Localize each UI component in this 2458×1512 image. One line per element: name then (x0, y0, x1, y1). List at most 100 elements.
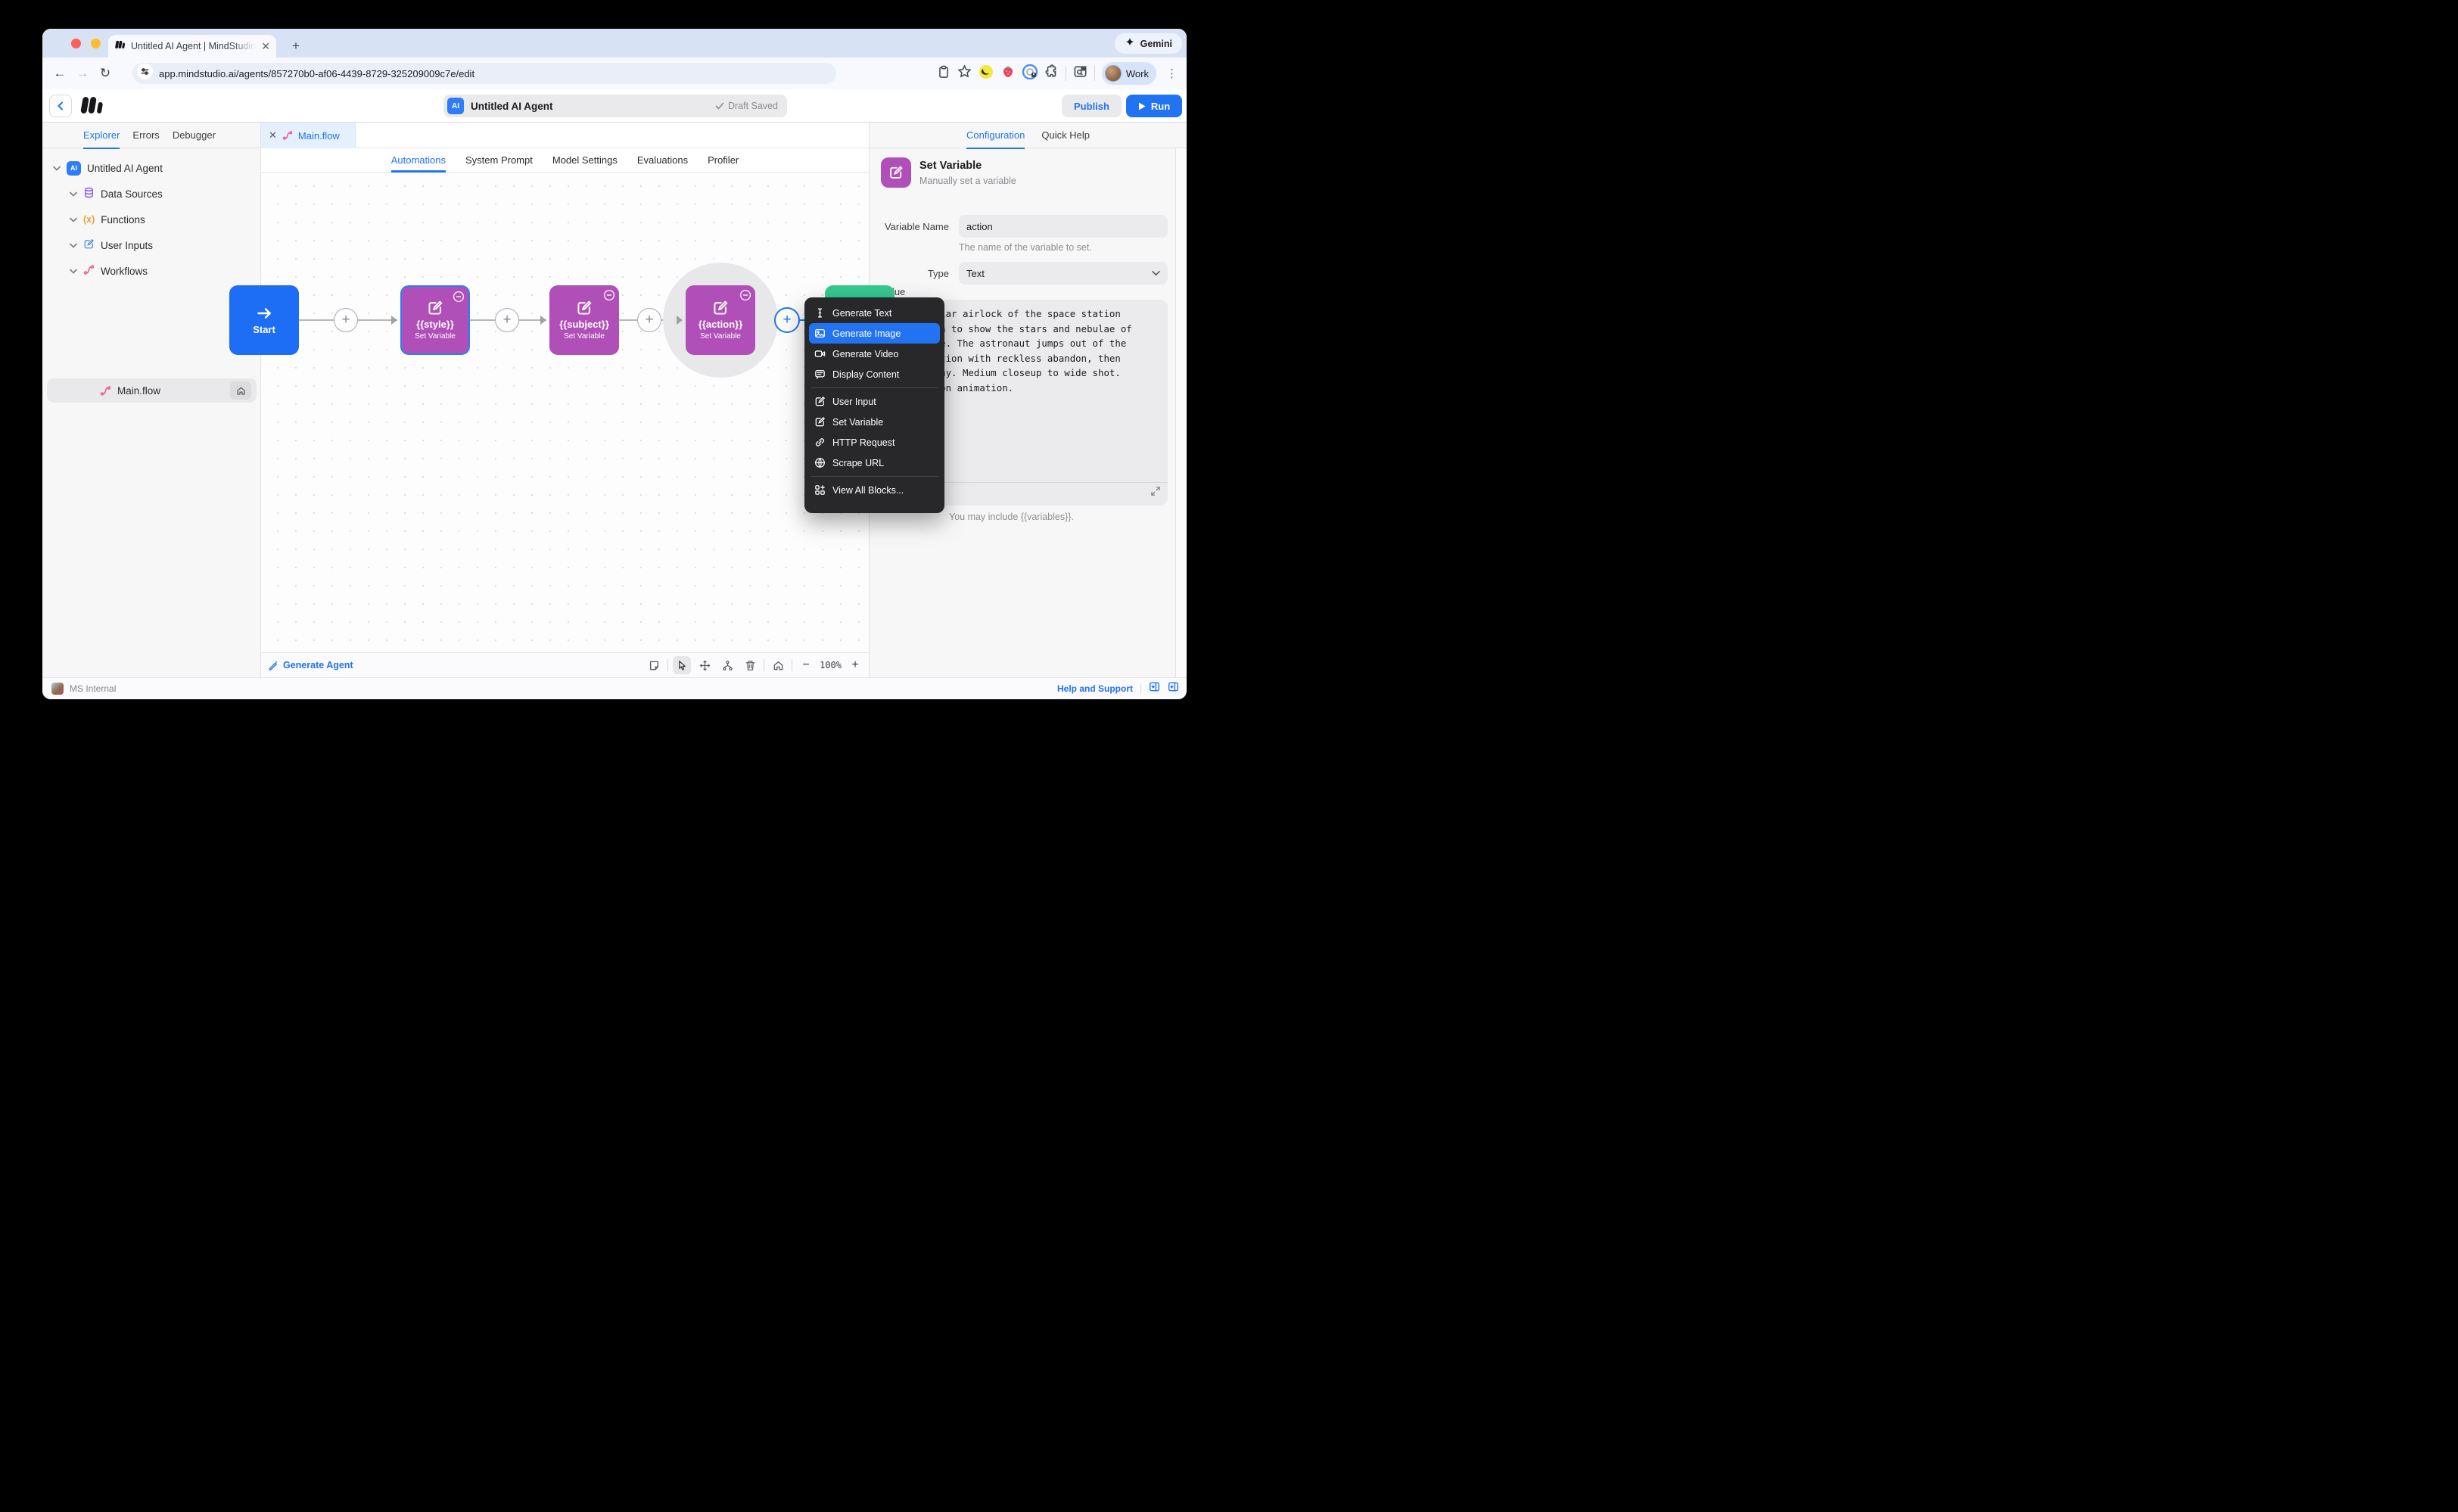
close-icon[interactable]: ✕ (269, 129, 277, 142)
tab-configuration[interactable]: Configuration (966, 123, 1025, 148)
menu-item-set-variable[interactable]: Set Variable (809, 412, 940, 432)
tree-item-workflows[interactable]: Workflows (70, 260, 148, 282)
node-subtitle: Set Variable (415, 332, 456, 341)
extension-strawberry-icon[interactable] (1000, 64, 1016, 83)
browser-tab[interactable]: Untitled AI Agent | MindStudio ✕ (108, 35, 276, 58)
reload-icon[interactable]: ↻ (94, 62, 117, 85)
profile-button[interactable]: Work (1102, 62, 1156, 85)
tab-close-icon[interactable]: ✕ (261, 40, 270, 53)
chevron-down-icon[interactable] (53, 166, 61, 171)
generate-agent-button[interactable]: Generate Agent (268, 660, 353, 670)
variable-name-input[interactable]: action (959, 215, 1168, 238)
canvas-tools: − 100% + (645, 656, 864, 674)
chevron-down-icon[interactable] (70, 191, 77, 197)
menu-item-view-all-blocks[interactable]: View All Blocks... (809, 480, 940, 500)
note-tool-icon[interactable] (645, 656, 663, 674)
insert-block-button[interactable]: + (495, 308, 519, 332)
tab-errors[interactable]: Errors (132, 123, 159, 148)
tree-item-label: Workflows (101, 266, 148, 277)
trash-icon[interactable] (741, 656, 759, 674)
tree-item-user-inputs[interactable]: User Inputs (70, 234, 153, 257)
back-icon[interactable]: ← (48, 62, 71, 85)
tab-evaluations[interactable]: Evaluations (637, 148, 688, 173)
menu-item-http-request[interactable]: HTTP Request (809, 432, 940, 453)
node-title: Start (253, 324, 275, 335)
extensions-puzzle-icon[interactable] (1044, 64, 1059, 82)
tab-debugger[interactable]: Debugger (173, 123, 216, 148)
tree-item-agent-root[interactable]: AI Untitled AI Agent (53, 157, 163, 179)
expand-icon[interactable] (1150, 486, 1161, 500)
workflow-icon (282, 130, 293, 141)
tab-quick-help[interactable]: Quick Help (1041, 123, 1090, 148)
set-variable-node-style[interactable]: {{style}} Set Variable (400, 285, 470, 355)
type-select[interactable]: Text (959, 262, 1168, 285)
zoom-out-icon[interactable]: − (797, 656, 815, 674)
agent-title-pill[interactable]: AI Untitled AI Agent Draft Saved (443, 95, 787, 117)
browser-menu-icon[interactable]: ⋮ (1163, 67, 1181, 80)
menu-item-generate-image[interactable]: Generate Image (809, 323, 940, 344)
set-variable-node-action[interactable]: {{action}} Set Variable (686, 285, 755, 355)
tab-model-settings[interactable]: Model Settings (552, 148, 618, 173)
bookmark-star-icon[interactable] (957, 64, 972, 82)
set-variable-node-subject[interactable]: {{subject}} Set Variable (549, 285, 619, 355)
tab-explorer[interactable]: Explorer (83, 123, 120, 148)
toggle-right-panel-icon[interactable] (1149, 681, 1160, 696)
gemini-button[interactable]: Gemini (1115, 33, 1182, 54)
home-icon[interactable] (230, 381, 251, 400)
insert-block-button[interactable]: + (334, 308, 358, 332)
agent-title[interactable]: Untitled AI Agent (471, 101, 708, 112)
workspace-switcher[interactable]: MS Internal (51, 683, 116, 695)
address-bar[interactable]: app.mindstudio.ai/agents/857270b0-af06-4… (132, 63, 836, 84)
sparkle-icon (1125, 37, 1135, 50)
collapse-icon[interactable] (603, 289, 615, 301)
menu-item-generate-video[interactable]: Generate Video (809, 344, 940, 364)
clipboard-icon[interactable] (937, 65, 951, 82)
explorer-sidebar: Explorer Errors Debugger AI Untitled AI … (42, 123, 261, 677)
flow-canvas[interactable]: Start + {{style}} Set Variable + {{subje… (261, 173, 869, 652)
forward-icon[interactable]: → (71, 62, 94, 85)
select-tool-icon[interactable] (673, 656, 691, 674)
side-search-icon[interactable] (1073, 64, 1087, 82)
menu-item-user-input[interactable]: User Input (809, 391, 940, 412)
play-icon (1138, 102, 1146, 110)
collapse-icon[interactable] (739, 289, 751, 301)
extension-1password-icon[interactable] (1022, 64, 1038, 83)
tree-item-main-flow[interactable]: Main.flow (47, 378, 257, 403)
insert-block-button-active[interactable]: + (774, 307, 800, 333)
auto-arrange-icon[interactable] (718, 656, 736, 674)
menu-item-scrape-url[interactable]: Scrape URL (809, 453, 940, 473)
tab-automations[interactable]: Automations (391, 148, 446, 173)
extension-banana-icon[interactable] (979, 64, 994, 83)
tab-system-prompt[interactable]: System Prompt (465, 148, 533, 173)
chevron-down-icon[interactable] (70, 217, 77, 222)
site-settings-icon[interactable] (137, 64, 153, 83)
new-tab-button[interactable]: + (286, 36, 306, 56)
toggle-left-panel-icon[interactable] (1168, 681, 1179, 696)
start-node[interactable]: Start (229, 285, 299, 355)
close-window-button[interactable] (71, 39, 81, 48)
publish-button[interactable]: Publish (1062, 95, 1122, 117)
collapse-icon[interactable] (453, 291, 465, 303)
menu-item-display-content[interactable]: Display Content (809, 364, 940, 384)
tree-item-functions[interactable]: (x) Functions (70, 208, 145, 231)
pencil-square-icon (427, 300, 443, 316)
tab-profiler[interactable]: Profiler (708, 148, 739, 173)
chevron-down-icon[interactable] (70, 269, 77, 274)
app-back-button[interactable] (49, 95, 72, 117)
pan-tool-icon[interactable] (695, 656, 714, 674)
sidebar-tabs: Explorer Errors Debugger (42, 123, 260, 148)
zoom-level[interactable]: 100% (820, 660, 842, 670)
zoom-in-icon[interactable]: + (846, 656, 864, 674)
chevron-down-icon[interactable] (70, 243, 77, 248)
menu-item-generate-text[interactable]: Generate Text (809, 303, 940, 323)
home-view-icon[interactable] (769, 656, 787, 674)
help-and-support-link[interactable]: Help and Support (1057, 683, 1133, 694)
check-icon (715, 101, 724, 110)
tree-item-data-sources[interactable]: Data Sources (70, 182, 163, 205)
mindstudio-logo[interactable] (79, 95, 106, 120)
insert-block-button[interactable]: + (637, 308, 661, 332)
file-tab-main-flow[interactable]: ✕ Main.flow (261, 123, 356, 148)
url-text[interactable]: app.mindstudio.ai/agents/857270b0-af06-4… (159, 68, 474, 79)
run-button[interactable]: Run (1126, 95, 1182, 117)
minimize-window-button[interactable] (91, 39, 101, 48)
